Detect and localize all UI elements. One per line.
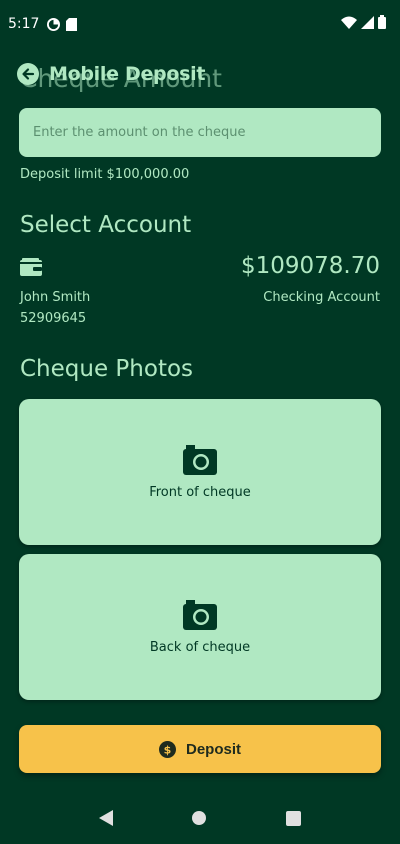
cheque-photos-heading: Cheque Photos [20,356,194,382]
camera-icon [183,599,217,630]
sd-card-icon [66,17,78,31]
back-cheque-label: Back of cheque [149,639,251,655]
back-button[interactable] [17,63,39,85]
wifi-icon [341,16,357,33]
deposit-button[interactable]: $ Deposit [19,725,381,773]
deposit-button-label: Deposit [185,740,241,758]
nav-home-icon[interactable] [191,810,207,830]
data-saver-icon [47,17,61,31]
back-cheque-photo-button[interactable]: Back of cheque [19,554,381,700]
page-title: Mobile Deposit [49,63,206,85]
nav-recents-icon[interactable] [285,810,301,830]
camera-icon [183,444,217,475]
status-bar: 5:17 [0,0,400,48]
select-account-heading: Select Account [20,212,192,238]
account-type: Checking Account [263,290,380,305]
system-nav-bar [0,796,400,844]
account-number: 52909645 [20,311,87,326]
cheque-amount-input[interactable] [19,108,381,157]
signal-icon [361,15,374,33]
svg-text:$: $ [164,743,172,756]
status-right [341,15,386,33]
front-cheque-label: Front of cheque [149,484,251,500]
battery-icon [378,15,386,33]
nav-back-icon[interactable] [99,810,114,830]
status-time: 5:17 [8,16,40,32]
app-bar: Mobile Deposit [0,56,400,92]
wallet-icon [20,258,42,280]
account-holder-name: John Smith [20,290,91,305]
deposit-limit-text: Deposit limit $100,000.00 [20,167,190,182]
account-balance: $109078.70 [240,253,380,279]
dollar-circle-icon: $ [158,740,176,758]
arrow-back-icon [22,68,35,80]
front-cheque-photo-button[interactable]: Front of cheque [19,399,381,545]
